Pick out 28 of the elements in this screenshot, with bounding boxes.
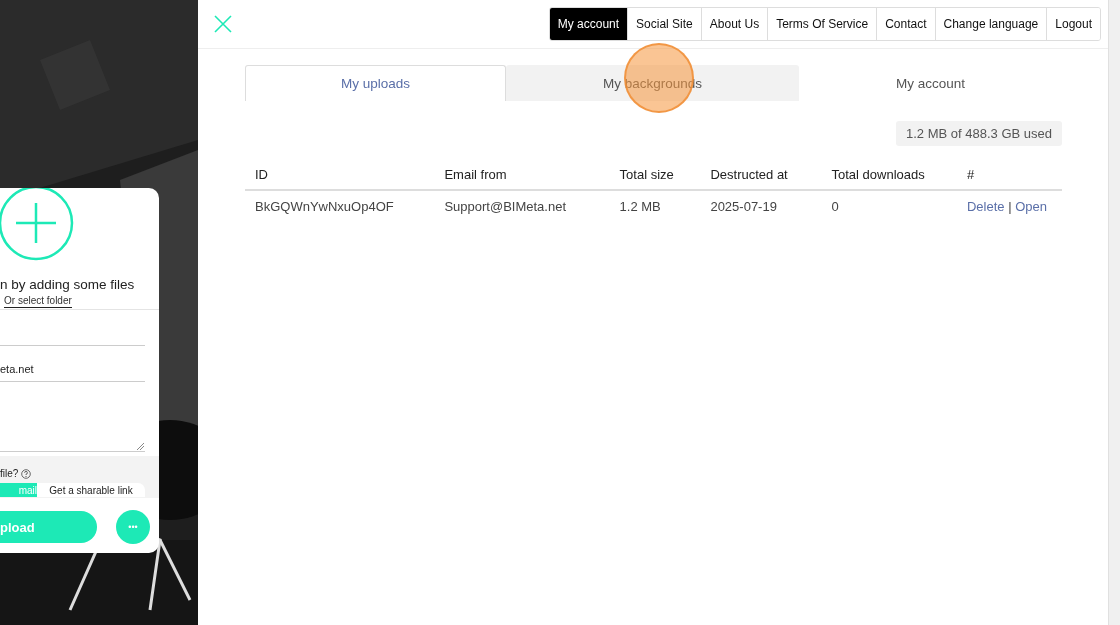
- table-cell: 1.2 MB: [609, 190, 701, 222]
- separator: |: [1007, 199, 1013, 214]
- select-folder-link[interactable]: Or select folder: [4, 295, 72, 308]
- nav-link[interactable]: Logout: [1046, 8, 1100, 40]
- column-header: Destructed at: [700, 160, 822, 190]
- column-header: Total size: [609, 160, 701, 190]
- table-cell: Support@BIMeta.net: [434, 190, 610, 222]
- action-link[interactable]: Delete: [966, 199, 1005, 214]
- resize-grip-icon[interactable]: [137, 443, 144, 450]
- share-option[interactable]: Get a sharable link: [37, 483, 145, 497]
- help-icon: [21, 468, 32, 479]
- table-cell: BkGQWnYwNxuOp4OF: [245, 190, 435, 222]
- table-cell: 2025-07-19: [700, 190, 822, 222]
- share-question: file?: [0, 468, 19, 479]
- column-header: Email from: [434, 160, 610, 190]
- column-header: ID: [245, 160, 435, 190]
- table-cell: 0: [821, 190, 957, 222]
- email-field[interactable]: eta.net: [0, 346, 145, 382]
- tab[interactable]: My uploads: [245, 65, 506, 101]
- action-link[interactable]: Open: [1015, 199, 1047, 214]
- storage-usage: 1.2 MB of 488.3 GB used: [896, 121, 1062, 146]
- close-icon[interactable]: [214, 15, 232, 33]
- drop-hint: n by adding some files: [0, 277, 136, 292]
- column-header: #: [956, 160, 1062, 190]
- scrollbar[interactable]: [1108, 0, 1120, 625]
- column-header: Total downloads: [821, 160, 957, 190]
- add-files-icon[interactable]: [0, 188, 74, 261]
- nav-link[interactable]: My account: [549, 8, 628, 40]
